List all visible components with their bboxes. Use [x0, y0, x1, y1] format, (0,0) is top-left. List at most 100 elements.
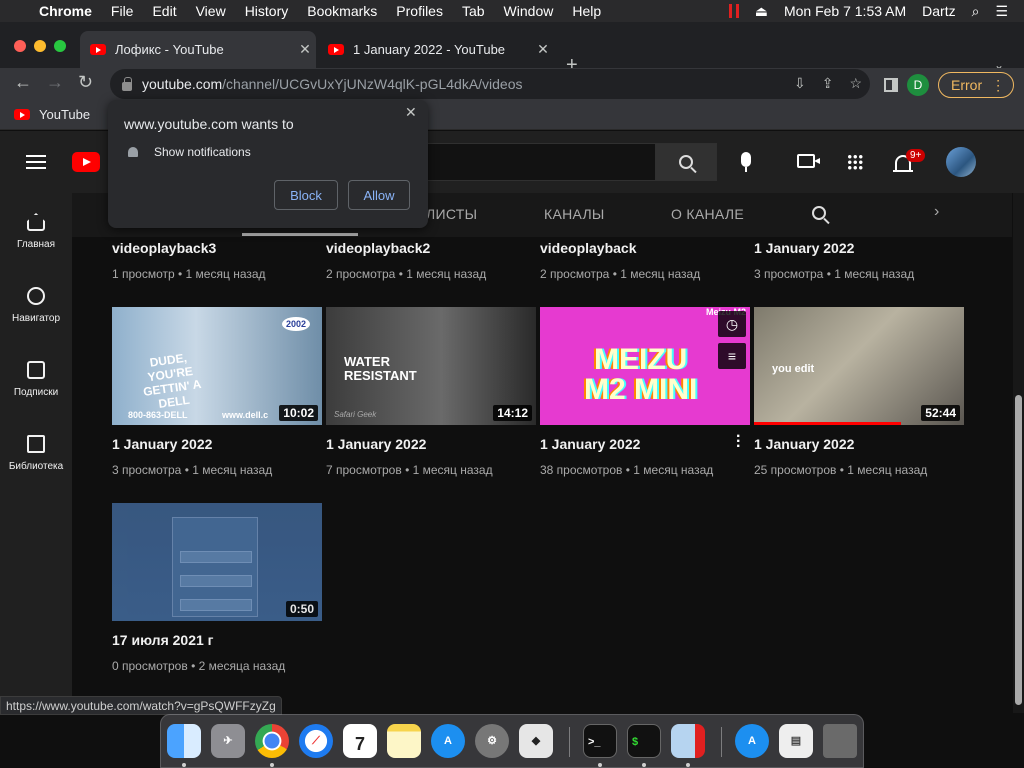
video-title[interactable]: videoplayback [540, 240, 637, 256]
video-thumbnail[interactable]: DUDE, YOU'RE GETTIN' A DELL 2002 800-863… [112, 307, 322, 425]
chrome-icon[interactable] [255, 724, 289, 758]
calendar-icon[interactable]: 7 [343, 724, 377, 758]
screen-icon[interactable] [671, 724, 705, 758]
tab-channels[interactable]: КАНАЛЫ [544, 206, 605, 222]
video-thumbnail[interactable]: Meizu M2 MEIZU M2 MINI ◷ ≡ [540, 307, 750, 425]
tab-1-january-2022[interactable]: 1 January 2022 - YouTube ✕ [318, 31, 554, 68]
recording-icon[interactable] [728, 4, 739, 18]
popup-close-icon[interactable]: ✕ [405, 104, 417, 121]
video-title[interactable]: 1 January 2022 [112, 436, 212, 452]
share-icon[interactable]: ⇪ [822, 75, 834, 92]
menubar-clock[interactable]: Mon Feb 7 1:53 AM [784, 3, 906, 19]
apps-grid-icon[interactable] [847, 154, 863, 170]
menu-help[interactable]: Help [572, 3, 601, 19]
menu-view[interactable]: View [196, 3, 226, 19]
sidebar-item-label: Навигатор [11, 313, 61, 324]
trash-icon[interactable] [823, 724, 857, 758]
bookmark-youtube[interactable]: YouTube [6, 107, 90, 122]
notes-icon[interactable] [387, 724, 421, 758]
forward-icon[interactable]: → [46, 72, 64, 93]
link-status-bar: https://www.youtube.com/watch?v=gPsQWFFz… [0, 696, 282, 715]
menu-app-name[interactable]: Chrome [39, 3, 92, 19]
tab-about[interactable]: О КАНАЛЕ [671, 206, 744, 222]
menu-edit[interactable]: Edit [152, 3, 176, 19]
video-title[interactable]: 1 January 2022 [326, 436, 426, 452]
running-indicator [598, 763, 602, 767]
channel-search-icon[interactable] [812, 206, 826, 220]
microphone-icon[interactable] [741, 152, 751, 172]
sidebar-item-label: Подписки [13, 387, 59, 398]
menu-tab[interactable]: Tab [462, 3, 485, 19]
tab-close-icon[interactable]: ✕ [532, 41, 554, 58]
safari-icon[interactable]: ⟋ [299, 724, 333, 758]
macos-menubar: Chrome File Edit View History Bookmarks … [0, 0, 1024, 22]
menu-bookmarks[interactable]: Bookmarks [307, 3, 377, 19]
sidebar-item-subscriptions[interactable]: Подписки [0, 361, 72, 398]
error-label: Error [951, 77, 983, 93]
scrollbar-thumb[interactable] [1015, 395, 1022, 705]
video-title[interactable]: 1 January 2022 [540, 436, 640, 452]
menu-profiles[interactable]: Profiles [396, 3, 443, 19]
watch-later-icon[interactable]: ◷ [718, 311, 746, 337]
error-button[interactable]: Error ⋮ [938, 72, 1015, 98]
video-title[interactable]: videoplayback2 [326, 240, 430, 256]
thumbnail-text: DELL [157, 392, 191, 411]
menu-history[interactable]: History [245, 3, 289, 19]
close-window-icon[interactable] [14, 40, 26, 52]
lock-icon[interactable] [122, 76, 132, 91]
video-thumbnail[interactable]: you edit 52:44 [754, 307, 964, 425]
roblox-icon[interactable]: ◆ [519, 724, 553, 758]
video-title[interactable]: 1 January 2022 [754, 240, 854, 256]
video-meta: 1 просмотр • 1 месяц назад [112, 267, 266, 281]
reload-icon[interactable]: ↻ [78, 72, 93, 93]
block-button[interactable]: Block [274, 180, 338, 210]
terminal-icon[interactable]: >_ [583, 724, 617, 758]
search-button[interactable] [655, 143, 717, 181]
tab-close-icon[interactable]: ✕ [294, 41, 316, 58]
finder-icon[interactable] [167, 724, 201, 758]
menu-file[interactable]: File [111, 3, 134, 19]
sidebar-item-explore[interactable]: Навигатор [0, 287, 72, 324]
sidebar-item-library[interactable]: Библиотека [0, 435, 72, 472]
youtube-logo[interactable] [72, 152, 100, 172]
library-icon [27, 435, 45, 453]
add-to-queue-icon[interactable]: ≡ [718, 343, 746, 369]
account-avatar[interactable] [946, 147, 976, 177]
more-actions-icon[interactable]: · · · [736, 429, 741, 455]
video-thumbnail[interactable]: 0:50 [112, 503, 322, 621]
spotlight-icon[interactable]: ⌕ [972, 3, 980, 20]
youtube-favicon-icon [90, 44, 106, 55]
video-title[interactable]: 1 January 2022 [754, 436, 854, 452]
menubar-user[interactable]: Dartz [922, 3, 955, 19]
allow-button[interactable]: Allow [348, 180, 410, 210]
side-panel-icon[interactable] [884, 78, 898, 92]
document-icon[interactable]: ▤ [779, 724, 813, 758]
tab-playlists[interactable]: ЛИСТЫ [426, 206, 477, 222]
launchpad-icon[interactable]: ✈ [211, 724, 245, 758]
eject-icon[interactable]: ⏏ [755, 3, 768, 20]
tab-lofiks[interactable]: Лофикс - YouTube ✕ [80, 31, 316, 68]
system-preferences-icon[interactable]: ⚙ [475, 724, 509, 758]
create-video-icon[interactable] [797, 154, 820, 168]
menu-window[interactable]: Window [504, 3, 554, 19]
address-bar[interactable]: youtube.com/channel/UCGvUxYjUNzW4qlK-pGL… [110, 69, 870, 99]
bookmark-star-icon[interactable]: ☆ [849, 75, 862, 92]
chevron-right-icon[interactable]: › [934, 203, 939, 221]
control-center-icon[interactable]: ☰ [995, 3, 1008, 20]
sidebar-item-home[interactable]: Главная [0, 213, 72, 250]
zoom-window-icon[interactable] [54, 40, 66, 52]
back-icon[interactable]: ← [14, 72, 32, 93]
tab-strip: Лофикс - YouTube ✕ 1 January 2022 - YouT… [0, 22, 1024, 76]
video-title[interactable]: 17 июля 2021 г [112, 632, 214, 648]
video-title[interactable]: videoplayback3 [112, 240, 216, 256]
terminal-icon[interactable]: $ [627, 724, 661, 758]
running-indicator [642, 763, 646, 767]
app-store-icon[interactable]: A [431, 724, 465, 758]
profile-avatar[interactable]: D [907, 74, 929, 96]
video-thumbnail[interactable]: WATER RESISTANT Safari Geek 14:12 [326, 307, 536, 425]
search-input[interactable] [420, 143, 656, 181]
app-store-icon[interactable]: A [735, 724, 769, 758]
minimize-window-icon[interactable] [34, 40, 46, 52]
menu-icon[interactable] [26, 155, 46, 173]
install-icon[interactable]: ⇩ [794, 75, 806, 92]
